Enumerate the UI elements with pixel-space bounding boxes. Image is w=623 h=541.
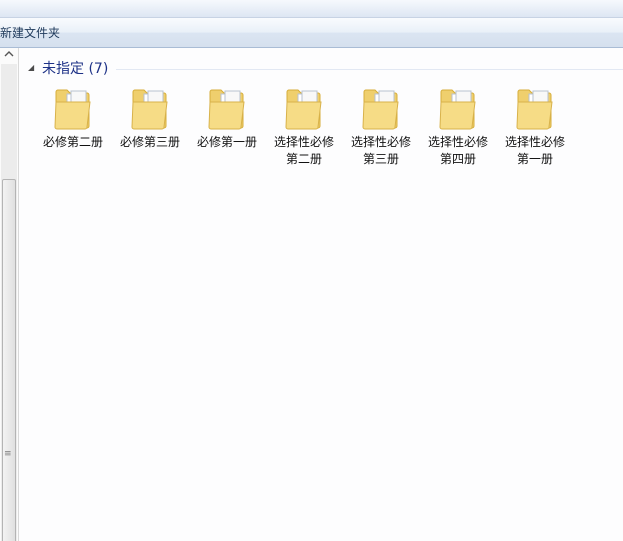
folder-item[interactable]: 必修第一册 [192,82,262,172]
explorer-window: 新建文件夹 ≡ ◢ 未指定 (7) 必修第二册 必修第三册 必修第一册 选择性必… [0,0,623,541]
scroll-up-button[interactable] [1,48,17,64]
folder-icon [54,89,91,130]
folder-label: 必修第二册 [42,135,103,149]
folder-label: 选择性必修 第一册 [504,135,565,166]
vertical-scrollbar-thumb[interactable] [2,179,16,541]
folder-label: 选择性必修 第四册 [427,135,488,166]
new-folder-button[interactable]: 新建文件夹 [0,24,66,42]
folder-item[interactable]: 必修第二册 [38,82,108,172]
folder-icon [131,89,168,130]
file-list-view: ◢ 未指定 (7) 必修第二册 必修第三册 必修第一册 选择性必修 第二册 选择… [19,48,623,541]
folder-label: 必修第三册 [119,135,180,149]
folder-item[interactable]: 选择性必修 第四册 [423,82,493,172]
folder-icon [362,89,399,130]
scroll-grip-icon: ≡ [4,449,12,459]
chevron-up-icon [4,51,14,57]
command-bar: 新建文件夹 [0,18,623,48]
title-bar-strip [0,0,623,18]
navigation-pane: ≡ [0,48,19,541]
folder-label: 必修第一册 [196,135,257,149]
folder-item[interactable]: 选择性必修 第二册 [269,82,339,172]
folder-icon [285,89,322,130]
group-count: (7) [88,61,109,77]
folder-item[interactable]: 选择性必修 第一册 [500,82,570,172]
folder-grid: 必修第二册 必修第三册 必修第一册 选择性必修 第二册 选择性必修 第三册 选择… [38,82,623,202]
group-title: 未指定 (7) [42,58,108,78]
folder-item[interactable]: 必修第三册 [115,82,185,172]
group-divider [116,68,623,70]
group-name: 未指定 [42,61,84,77]
folder-label: 选择性必修 第三册 [350,135,411,166]
triangle-down-icon[interactable]: ◢ [28,63,38,73]
group-header[interactable]: ◢ 未指定 (7) [28,58,623,78]
vertical-scrollbar-track[interactable]: ≡ [1,64,17,541]
folder-icon [439,89,476,130]
folder-icon [208,89,245,130]
folder-icon [516,89,553,130]
folder-item[interactable]: 选择性必修 第三册 [346,82,416,172]
folder-label: 选择性必修 第二册 [273,135,334,166]
